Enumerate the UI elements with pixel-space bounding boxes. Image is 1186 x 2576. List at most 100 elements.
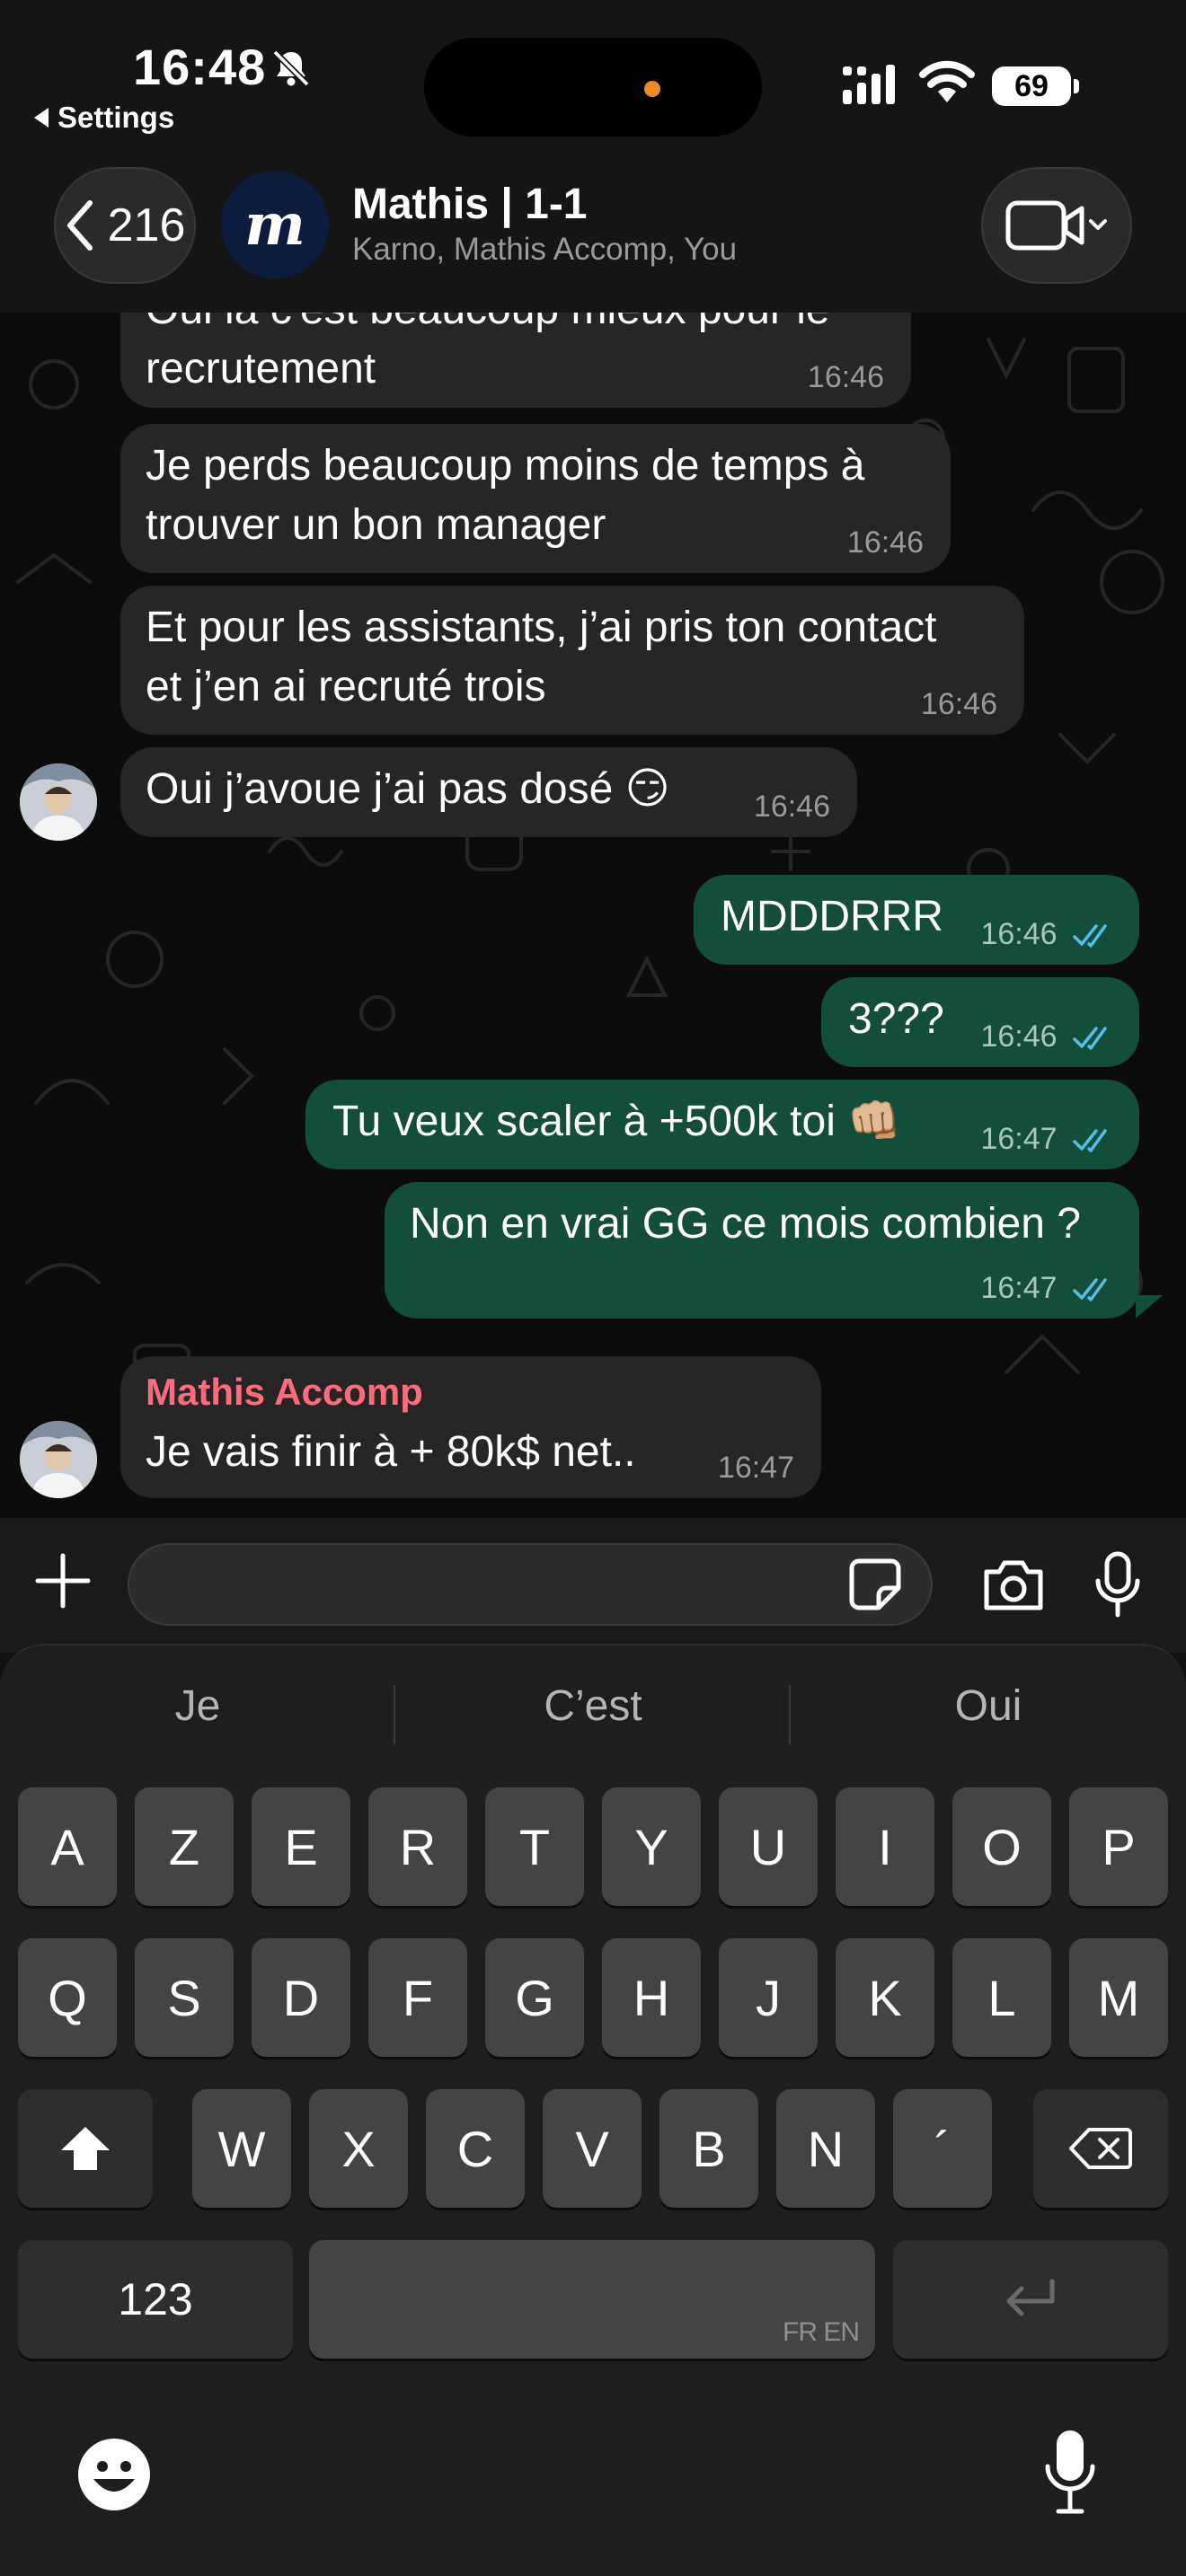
message-incoming[interactable]: Et pour les assistants, j’ai pris ton co… <box>120 586 1024 735</box>
shift-key[interactable] <box>18 2089 153 2208</box>
key-y[interactable]: Y <box>602 1787 701 1906</box>
key-s[interactable]: S <box>135 1938 234 2057</box>
message-time: 16:47 <box>717 1451 794 1485</box>
suggestion-1[interactable]: Je <box>0 1672 395 1741</box>
emoji-icon[interactable] <box>75 2436 153 2513</box>
privacy-dot <box>644 81 660 97</box>
message-outgoing[interactable]: Non en vrai GG ce mois combien ? 16:47 <box>385 1182 1139 1319</box>
key-k[interactable]: K <box>836 1938 934 2057</box>
key-w[interactable]: W <box>192 2089 291 2208</box>
key-d[interactable]: D <box>252 1938 350 2057</box>
shift-icon <box>61 2127 110 2170</box>
key-accent[interactable]: ´ <box>893 2089 992 2208</box>
message-input[interactable] <box>128 1543 933 1626</box>
plus-icon[interactable] <box>34 1552 92 1610</box>
key-l[interactable]: L <box>952 1938 1051 2057</box>
key-a[interactable]: A <box>18 1787 117 1906</box>
message-text: Oui j’avoue j’ai pas dosé 😏 <box>146 765 670 813</box>
key-o[interactable]: O <box>952 1787 1051 1906</box>
message-text: 3??? <box>848 995 944 1043</box>
message-text: MDDDRRR <box>721 893 943 940</box>
key-j[interactable]: J <box>719 1938 818 2057</box>
message-incoming[interactable]: Oui j’avoue j’ai pas dosé 😏 16:46 <box>120 747 857 837</box>
key-b[interactable]: B <box>659 2089 758 2208</box>
key-z[interactable]: Z <box>135 1787 234 1906</box>
chat-participants[interactable]: Karno, Mathis Accomp, You <box>352 232 737 268</box>
chevron-left-icon <box>66 200 93 251</box>
key-n[interactable]: N <box>776 2089 875 2208</box>
space-key[interactable]: FR EN <box>309 2240 875 2359</box>
sender-name[interactable]: Mathis Accomp <box>146 1367 423 1417</box>
cellular-signal-icon <box>843 65 895 104</box>
key-x[interactable]: X <box>309 2089 408 2208</box>
bell-muted-icon <box>272 49 310 87</box>
microphone-icon[interactable] <box>1091 1550 1145 1619</box>
key-h[interactable]: H <box>602 1938 701 2057</box>
message-text-line: trouver un bon manager <box>146 501 606 549</box>
message-composer <box>0 1518 1186 1653</box>
double-check-read-icon <box>1073 1278 1107 1301</box>
chat-title[interactable]: Mathis | 1-1 <box>352 180 588 229</box>
message-time: 16:46 <box>753 790 830 824</box>
sticker-icon[interactable] <box>848 1557 902 1611</box>
message-meta: 16:46 <box>980 916 1116 952</box>
key-t[interactable]: T <box>485 1787 584 1906</box>
key-i[interactable]: I <box>836 1787 934 1906</box>
backspace-icon <box>1069 2128 1132 2169</box>
chat-messages-area[interactable]: Oui là c'est beaucoup mieux pour le recr… <box>0 313 1186 1518</box>
video-call-button[interactable] <box>981 167 1132 284</box>
bubble-tail <box>1136 1295 1163 1319</box>
double-check-read-icon <box>1073 1129 1107 1152</box>
message-text: Tu veux scaler à +500k toi 👊🏼 <box>332 1098 901 1145</box>
message-outgoing[interactable]: 3??? 16:46 <box>821 977 1139 1067</box>
suggestion-2[interactable]: C’est <box>395 1672 791 1741</box>
sender-avatar[interactable] <box>20 1421 97 1498</box>
key-u[interactable]: U <box>719 1787 818 1906</box>
key-e[interactable]: E <box>252 1787 350 1906</box>
key-f[interactable]: F <box>368 1938 467 2057</box>
message-incoming[interactable]: Je perds beaucoup moins de temps à trouv… <box>120 424 951 573</box>
return-key[interactable] <box>893 2240 1168 2359</box>
key-c[interactable]: C <box>426 2089 525 2208</box>
camera-icon[interactable] <box>981 1556 1046 1613</box>
group-avatar-logo: m <box>244 190 305 259</box>
back-triangle-icon <box>34 108 49 128</box>
back-button[interactable]: 216 <box>54 167 196 284</box>
key-q[interactable]: Q <box>18 1938 117 2057</box>
return-icon <box>1006 2279 1055 2316</box>
key-p[interactable]: P <box>1069 1787 1168 1906</box>
top-bar: 16:48 Settings 69 216 m Mathis | 1-1 Kar… <box>0 0 1186 313</box>
key-v[interactable]: V <box>543 2089 642 2208</box>
key-m[interactable]: M <box>1069 1938 1168 2057</box>
message-outgoing[interactable]: MDDDRRR 16:46 <box>694 875 1139 965</box>
message-time: 16:46 <box>807 360 884 394</box>
video-camera-icon <box>1005 200 1107 251</box>
group-avatar[interactable]: m <box>221 171 329 278</box>
backspace-key[interactable] <box>1033 2089 1168 2208</box>
message-text: Je vais finir à + 80k$ net.. <box>146 1428 636 1476</box>
suggestion-3[interactable]: Oui <box>791 1672 1186 1741</box>
unread-count: 216 <box>107 199 186 251</box>
message-text-line: Oui là c'est beaucoup mieux pour le <box>146 313 830 340</box>
message-text-line: Je perds beaucoup moins de temps à <box>146 442 865 490</box>
key-r[interactable]: R <box>368 1787 467 1906</box>
message-time: 16:47 <box>980 1122 1058 1156</box>
double-check-read-icon <box>1073 924 1107 948</box>
message-incoming[interactable]: Oui là c'est beaucoup mieux pour le recr… <box>120 313 911 408</box>
status-time: 16:48 <box>133 39 267 95</box>
battery-indicator: 69 <box>992 66 1079 106</box>
language-indicator: FR EN <box>783 2317 860 2347</box>
sender-avatar[interactable] <box>20 763 97 841</box>
numbers-key[interactable]: 123 <box>18 2240 293 2359</box>
dynamic-island <box>424 38 762 137</box>
message-time: 16:46 <box>846 525 924 560</box>
back-to-settings-link[interactable]: Settings <box>34 101 174 135</box>
message-text: Non en vrai GG ce mois combien ? <box>410 1200 1081 1248</box>
message-meta: 16:46 <box>980 1019 1116 1054</box>
keyboard: Je C’est Oui A Z E R T Y U I O P Q S D F… <box>0 1644 1186 2576</box>
message-incoming[interactable]: Mathis Accomp Je vais finir à + 80k$ net… <box>120 1356 821 1498</box>
key-g[interactable]: G <box>485 1938 584 2057</box>
wifi-icon <box>919 60 975 102</box>
dictation-mic-icon[interactable] <box>1042 2427 1098 2517</box>
message-outgoing[interactable]: Tu veux scaler à +500k toi 👊🏼 16:47 <box>305 1080 1139 1169</box>
